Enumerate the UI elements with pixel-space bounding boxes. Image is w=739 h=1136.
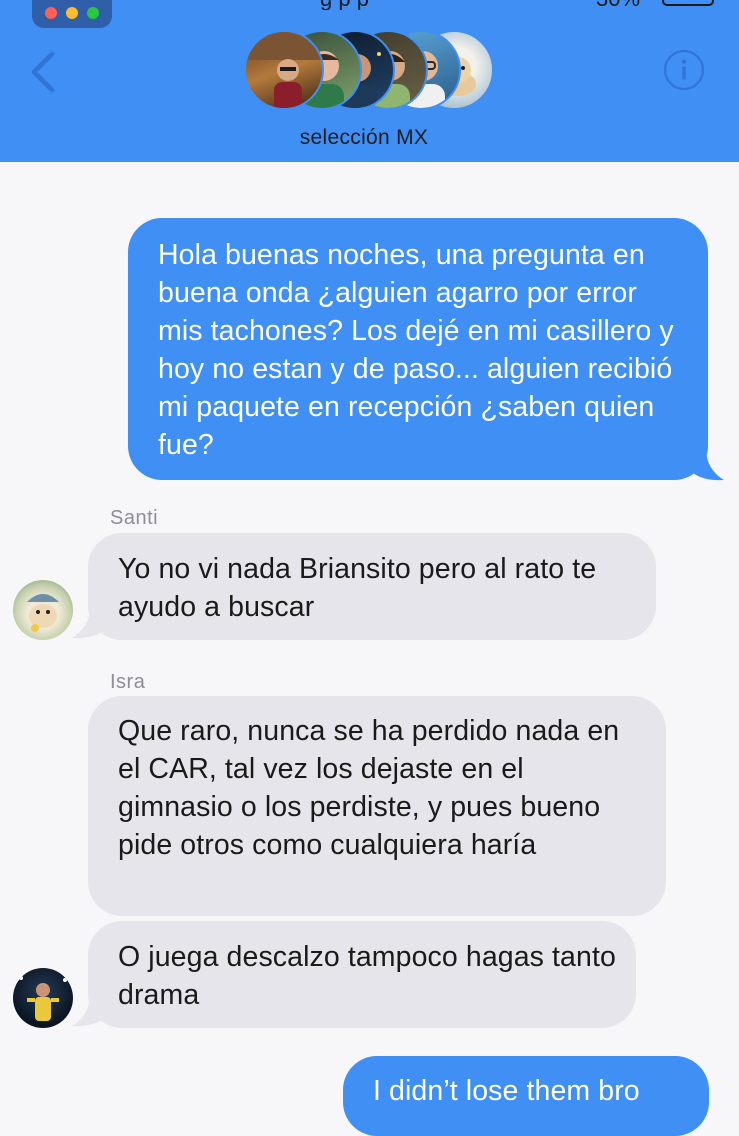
contact-avatar-santi[interactable]: [13, 580, 73, 640]
battery-icon: [662, 0, 714, 6]
message-bubble-sent[interactable]: Hola buenas noches, una pregunta en buen…: [128, 218, 708, 480]
message-bubble-received[interactable]: O juega descalzo tampoco hagas tanto dra…: [88, 921, 636, 1028]
window-controls[interactable]: [32, 0, 112, 28]
sender-name: Santi: [110, 507, 159, 529]
bubble-tail-received: [72, 606, 106, 639]
message-text: Hola buenas noches, una pregunta en buen…: [158, 239, 674, 461]
bubble-tail-received: [72, 994, 106, 1027]
participant-avatar-1: [244, 30, 324, 110]
info-icon: [663, 49, 705, 91]
group-avatars[interactable]: [244, 30, 494, 110]
message-bubble-received[interactable]: Que raro, nunca se ha perdido nada en el…: [88, 696, 666, 916]
info-button[interactable]: [663, 49, 705, 91]
maximize-dot-icon[interactable]: [87, 7, 99, 19]
carrier-text: g p p: [320, 0, 369, 10]
message-bubble-sent[interactable]: I didn’t lose them bro: [343, 1056, 709, 1136]
message-text: Que raro, nunca se ha perdido nada en el…: [118, 715, 620, 861]
minimize-dot-icon[interactable]: [66, 7, 78, 19]
contact-avatar-isra[interactable]: [13, 968, 73, 1028]
conversation-header: g p p 30%: [0, 0, 739, 162]
message-text: I didn’t lose them bro: [373, 1075, 640, 1107]
battery-percent: 30%: [596, 0, 640, 10]
message-bubble-received[interactable]: Yo no vi nada Briansito pero al rato te …: [88, 533, 656, 640]
back-button[interactable]: [22, 48, 62, 96]
message-text: Yo no vi nada Briansito pero al rato te …: [118, 553, 597, 623]
chevron-left-icon: [31, 51, 55, 93]
close-dot-icon[interactable]: [45, 7, 57, 19]
bubble-tail-sent: [690, 448, 724, 481]
sender-name: Isra: [110, 671, 146, 693]
message-text: O juega descalzo tampoco hagas tanto dra…: [118, 941, 616, 1011]
group-name[interactable]: selección MX: [0, 126, 728, 150]
